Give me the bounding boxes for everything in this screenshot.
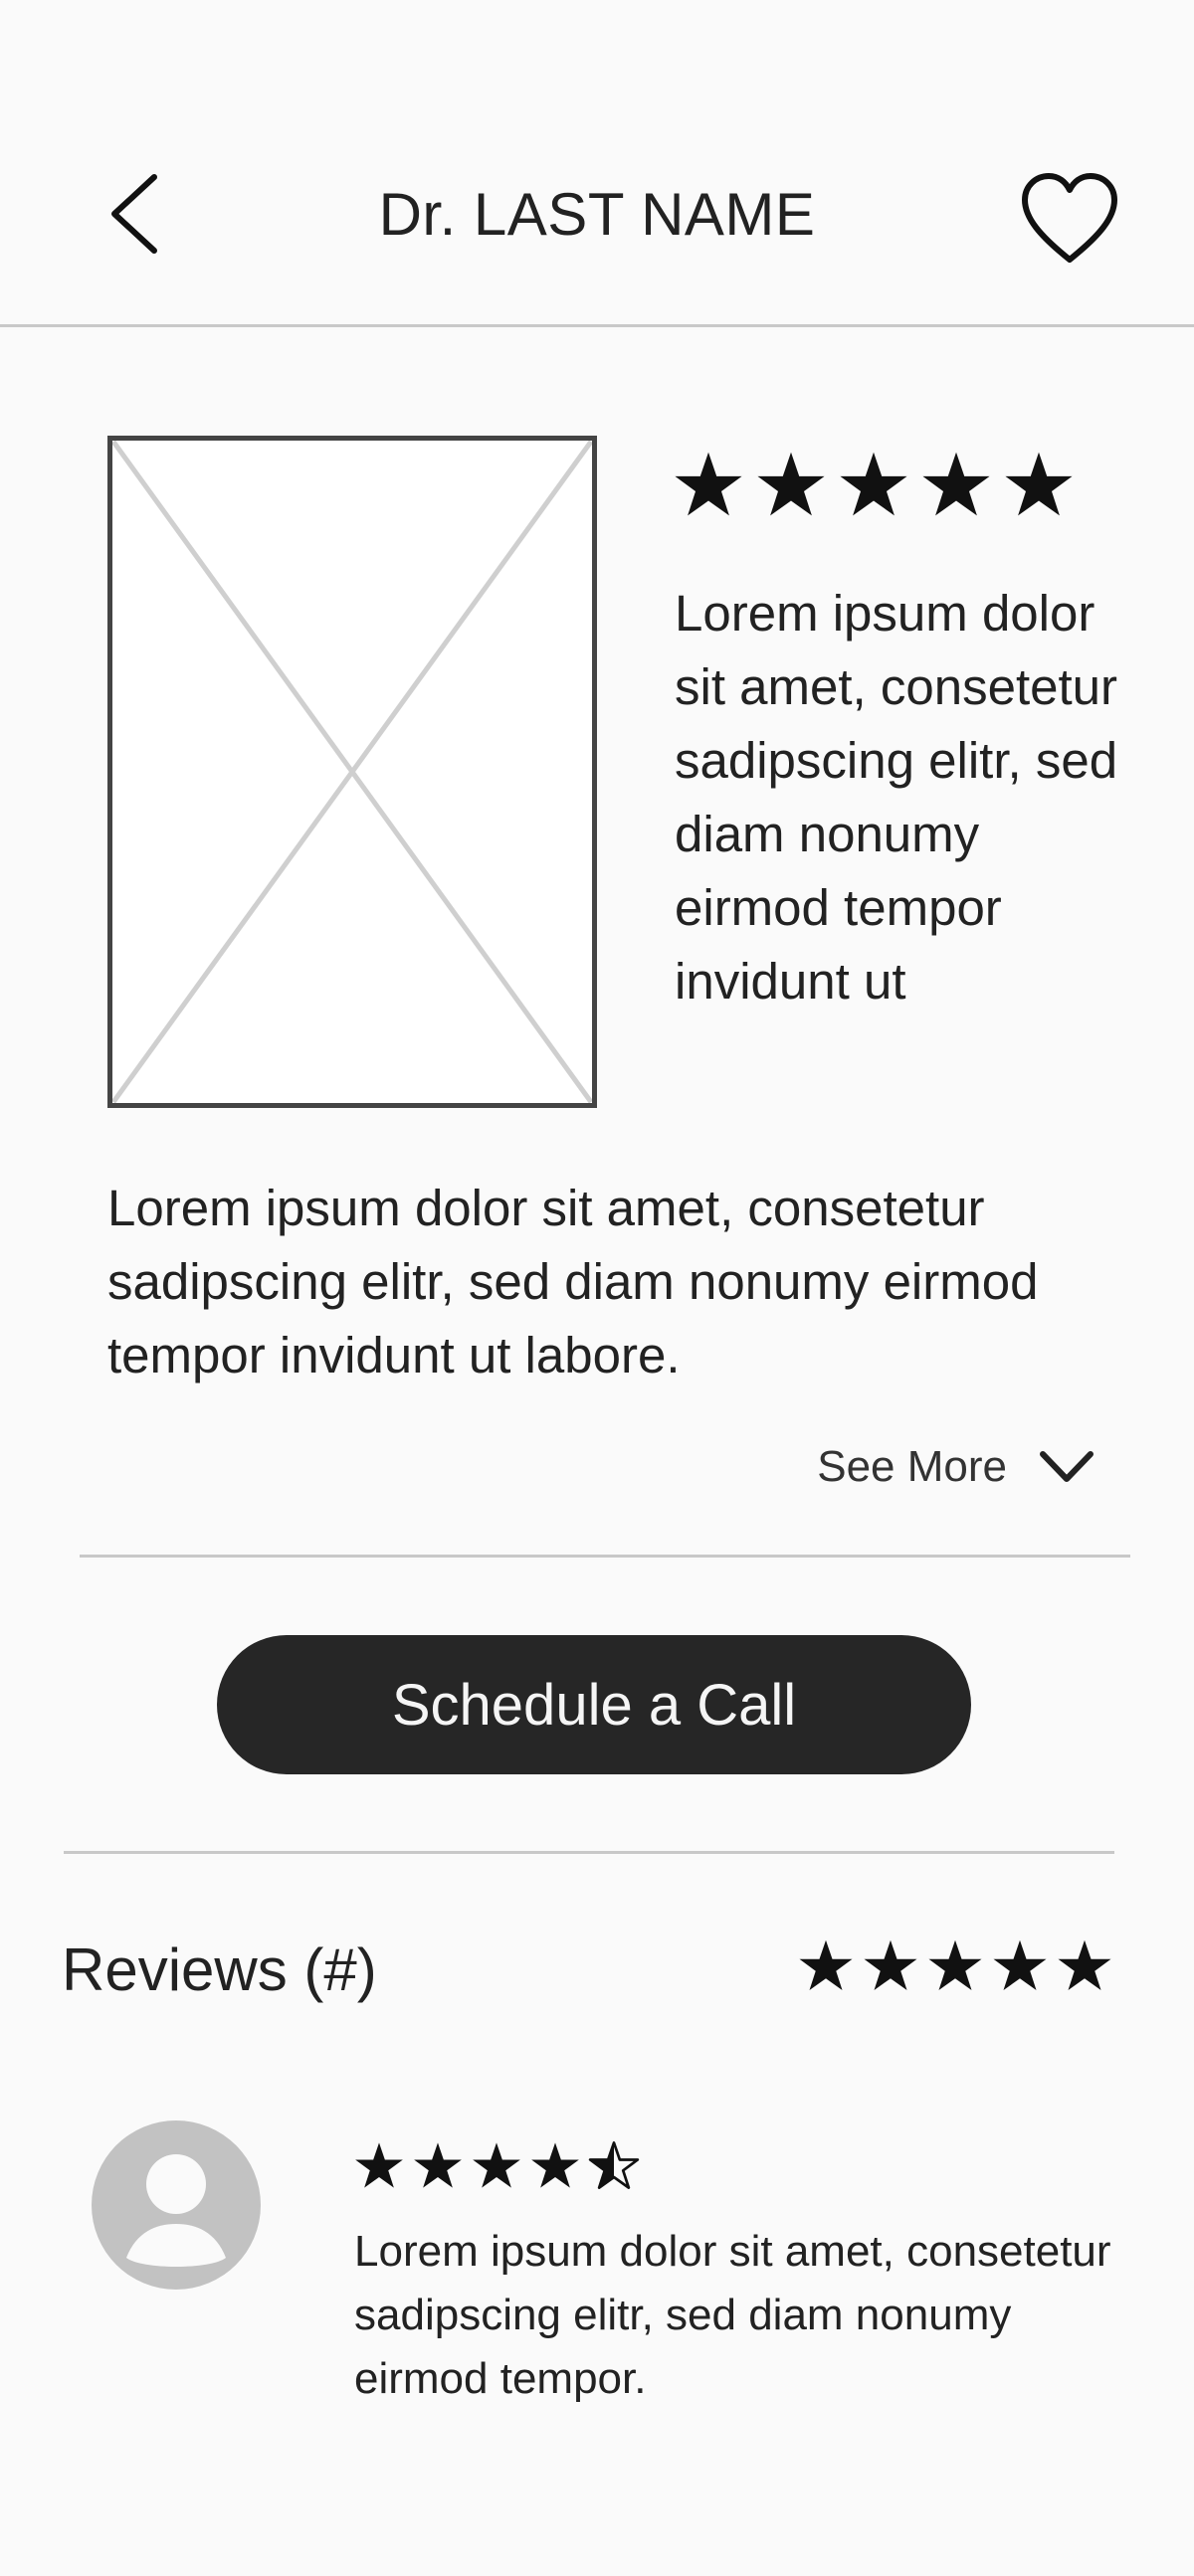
schedule-call-button[interactable]: Schedule a Call — [217, 1635, 971, 1774]
profile-rating-stars — [671, 446, 1089, 525]
star-icon — [757, 452, 825, 516]
star-icon — [1005, 452, 1073, 516]
review-text: Lorem ipsum dolor sit amet, consetetur s… — [354, 2227, 1111, 2403]
star-icon — [993, 1939, 1047, 1990]
back-button[interactable] — [100, 169, 169, 259]
see-more-label: See More — [817, 1442, 1007, 1491]
star-icon — [864, 1939, 917, 1990]
image-placeholder-icon — [107, 436, 597, 1108]
star-icon — [531, 2142, 579, 2188]
reviews-divider — [64, 1851, 1114, 1854]
review-rating-stars — [352, 2136, 651, 2196]
star-icon — [840, 452, 907, 516]
long-bio: Lorem ipsum dolor sit amet, consetetur s… — [107, 1180, 1039, 1383]
star-icon — [799, 1939, 853, 1990]
chevron-down-icon — [1040, 1451, 1094, 1482]
avatar — [92, 2120, 261, 2290]
star-icon — [1058, 1939, 1111, 1990]
header-divider — [0, 324, 1194, 327]
star-icon — [473, 2142, 520, 2188]
see-more-button[interactable]: See More — [796, 1432, 1094, 1502]
short-bio: Lorem ipsum dolor sit amet, consetetur s… — [675, 585, 1118, 1010]
page-title: Dr. LAST NAME — [378, 180, 816, 248]
reviews-title: Reviews (#) — [62, 1935, 377, 2003]
favorite-button[interactable] — [1015, 164, 1124, 274]
user-avatar-icon — [126, 2154, 226, 2267]
overall-rating-stars — [796, 1932, 1124, 2001]
profile-photo-placeholder — [107, 436, 597, 1108]
star-icon — [355, 2142, 403, 2188]
heart-outline-icon — [1022, 173, 1117, 263]
chevron-left-icon — [111, 174, 157, 254]
half-star-icon — [588, 2141, 640, 2189]
star-icon — [928, 1939, 982, 1990]
star-icon — [922, 452, 990, 516]
section-divider — [80, 1555, 1130, 1558]
star-icon — [414, 2142, 462, 2188]
star-icon — [675, 452, 742, 516]
